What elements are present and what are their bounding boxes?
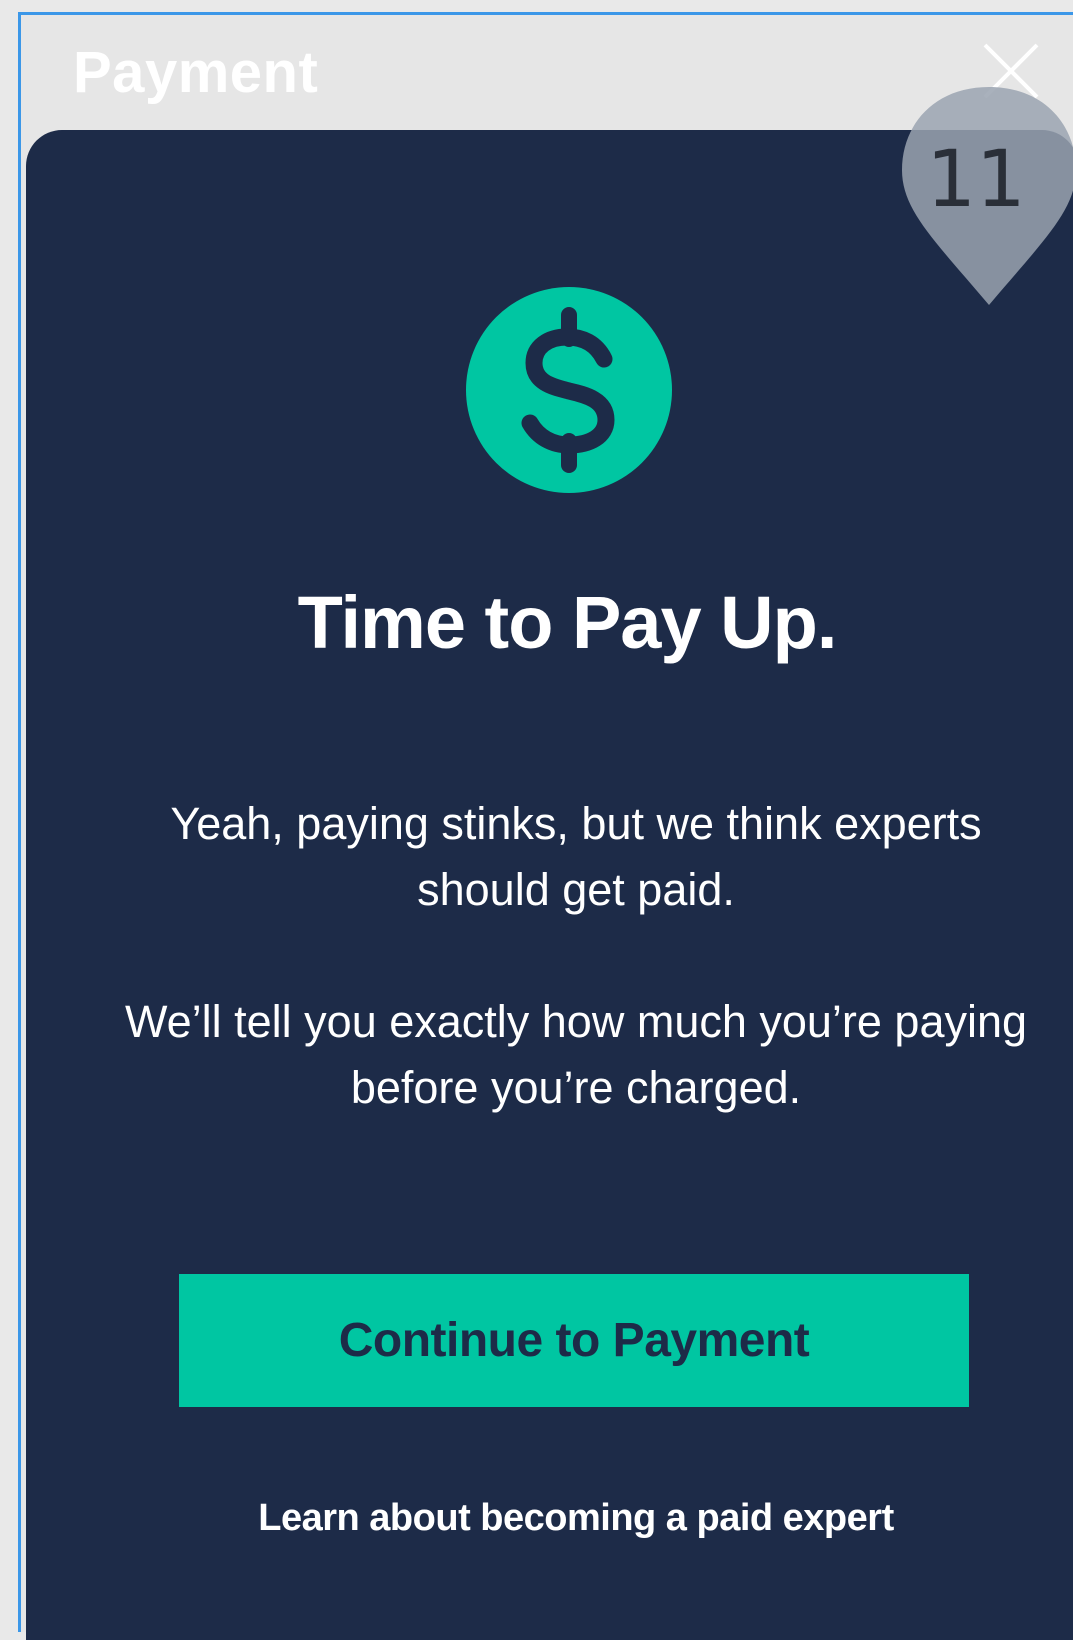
continue-to-payment-button[interactable]: Continue to Payment — [179, 1274, 969, 1407]
dollar-icon — [466, 287, 672, 493]
page-title: Time to Pay Up. — [297, 581, 838, 664]
modal-title: Payment — [73, 40, 319, 105]
learn-paid-expert-link[interactable]: Learn about becoming a paid expert — [21, 1497, 1073, 1540]
pricing-note-text: We’ll tell you exactly how much you’re p… — [124, 996, 1028, 1113]
payment-modal: Payment 11 Time to Pay Up. Yeah, paying … — [18, 12, 1073, 1640]
explanation-text: Yeah, paying stinks, but we think expert… — [170, 798, 982, 915]
annotation-number: 11 — [926, 135, 1026, 225]
